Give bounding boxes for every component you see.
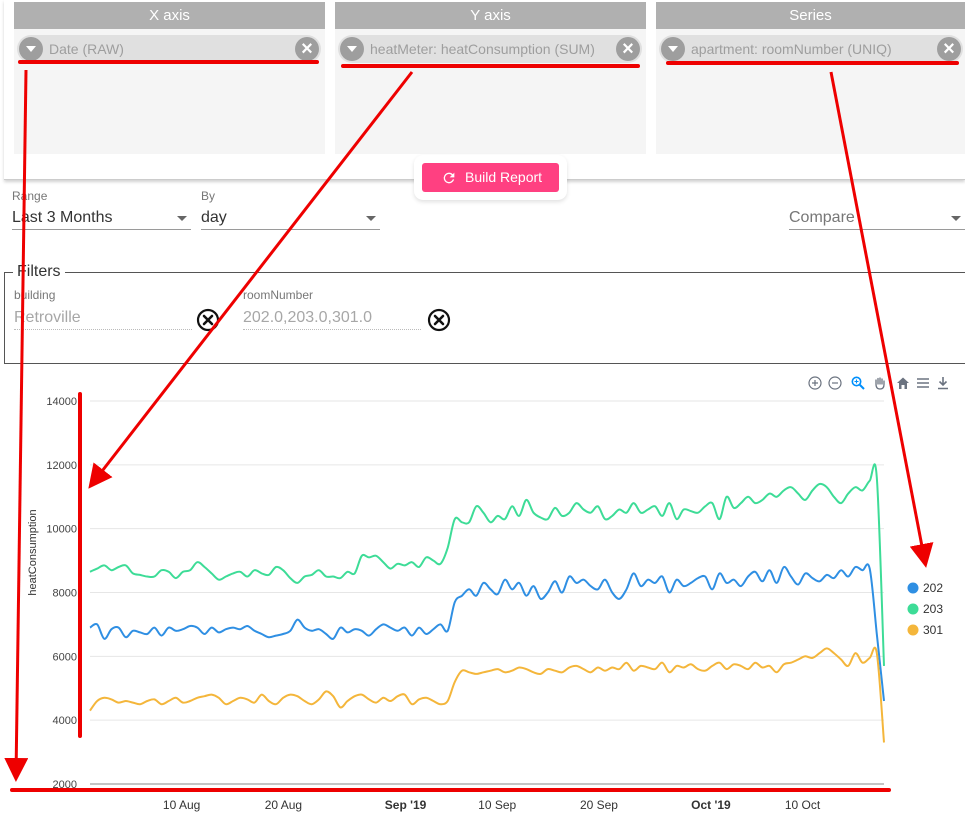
legend-label-202[interactable]: 202: [923, 581, 943, 595]
y-tick-label: 6000: [53, 651, 77, 663]
x-tick-label: 10 Oct: [785, 798, 821, 812]
series-line-301[interactable]: [89, 646, 885, 743]
x-tick-label: 10 Aug: [163, 798, 200, 812]
by-select[interactable]: day: [201, 206, 380, 230]
y-axis-column: Y axis heatMeter: heatConsumption (SUM) …: [335, 2, 646, 154]
legend-marker-203[interactable]: [907, 603, 919, 615]
x-axis-header: X axis: [14, 2, 325, 29]
x-axis-column: X axis Date (RAW) ×: [14, 2, 325, 154]
refresh-icon: [443, 172, 455, 184]
y-axis-chip-label: heatMeter: heatConsumption (SUM): [370, 41, 595, 57]
chevron-down-icon[interactable]: [661, 37, 685, 61]
series-header: Series: [656, 2, 965, 29]
filter-room-clear-icon[interactable]: [427, 308, 451, 332]
close-icon[interactable]: ×: [295, 37, 319, 61]
compare-select[interactable]: Compare: [789, 206, 965, 230]
y-tick-label: 14000: [46, 396, 77, 408]
x-axis-chip-label: Date (RAW): [49, 41, 124, 57]
close-icon[interactable]: ×: [937, 37, 961, 61]
chevron-down-icon: [951, 216, 961, 221]
y-tick-label: 8000: [53, 588, 77, 600]
line-chart-svg: 2000 4000 6000 8000 10000 12000 14000 heatConsu…: [27, 396, 943, 812]
filter-room-label: roomNumber: [243, 288, 314, 302]
close-icon[interactable]: ×: [616, 37, 640, 61]
x-tick-label: Sep '19: [385, 798, 427, 812]
build-report-label: Build Report: [465, 169, 543, 185]
by-value: day: [201, 209, 227, 226]
chevron-down-icon[interactable]: [340, 37, 364, 61]
range-value: Last 3 Months: [12, 209, 113, 226]
range-select[interactable]: Last 3 Months: [12, 206, 191, 230]
series-line-203[interactable]: [89, 463, 885, 666]
x-tick-label: Oct '19: [691, 798, 731, 812]
report-builder-panel: X axis Date (RAW) × Y axis heatMeter: he…: [4, 0, 965, 180]
y-tick-label: 2000: [53, 779, 77, 791]
series-chip-label: apartment: roomNumber (UNIQ): [691, 41, 892, 57]
x-tick-label: 20 Aug: [265, 798, 302, 812]
chevron-down-icon: [366, 216, 376, 221]
y-tick-label: 4000: [53, 715, 77, 727]
by-label: By: [201, 189, 216, 203]
legend-marker-202[interactable]: [907, 582, 919, 594]
filter-building-clear-icon[interactable]: [196, 308, 220, 332]
series-chip[interactable]: apartment: roomNumber (UNIQ) ×: [659, 35, 963, 63]
x-tick-label: 10 Sep: [478, 798, 516, 812]
filter-room-value[interactable]: 202.0,203.0,301.0: [243, 308, 421, 330]
chevron-down-icon: [177, 216, 187, 221]
series-column: Series apartment: roomNumber (UNIQ) ×: [656, 2, 965, 154]
filters-legend: Filters: [13, 263, 65, 281]
y-tick-label: 12000: [46, 460, 77, 472]
y-axis-chip[interactable]: heatMeter: heatConsumption (SUM) ×: [338, 35, 642, 63]
y-axis-header: Y axis: [335, 2, 646, 29]
legend-label-203[interactable]: 203: [923, 602, 943, 616]
range-label: Range: [12, 189, 48, 203]
legend-label-301[interactable]: 301: [923, 623, 943, 637]
y-axis-title: heatConsumption: [27, 509, 39, 595]
x-axis-chip[interactable]: Date (RAW) ×: [17, 35, 321, 63]
chevron-down-icon[interactable]: [19, 37, 43, 61]
y-tick-label: 10000: [46, 524, 77, 536]
report-builder-screen: X axis Date (RAW) × Y axis heatMeter: he…: [0, 0, 965, 822]
legend-marker-301[interactable]: [907, 624, 919, 636]
compare-placeholder: Compare: [789, 209, 855, 226]
series-line-202[interactable]: [89, 563, 885, 702]
filter-building-label: building: [14, 288, 56, 302]
x-tick-label: 20 Sep: [580, 798, 618, 812]
line-chart: 2000 4000 6000 8000 10000 12000 14000 heatConsu…: [0, 372, 965, 822]
filter-building-value[interactable]: Retroville: [14, 308, 192, 330]
build-report-button[interactable]: Build Report: [422, 163, 559, 192]
